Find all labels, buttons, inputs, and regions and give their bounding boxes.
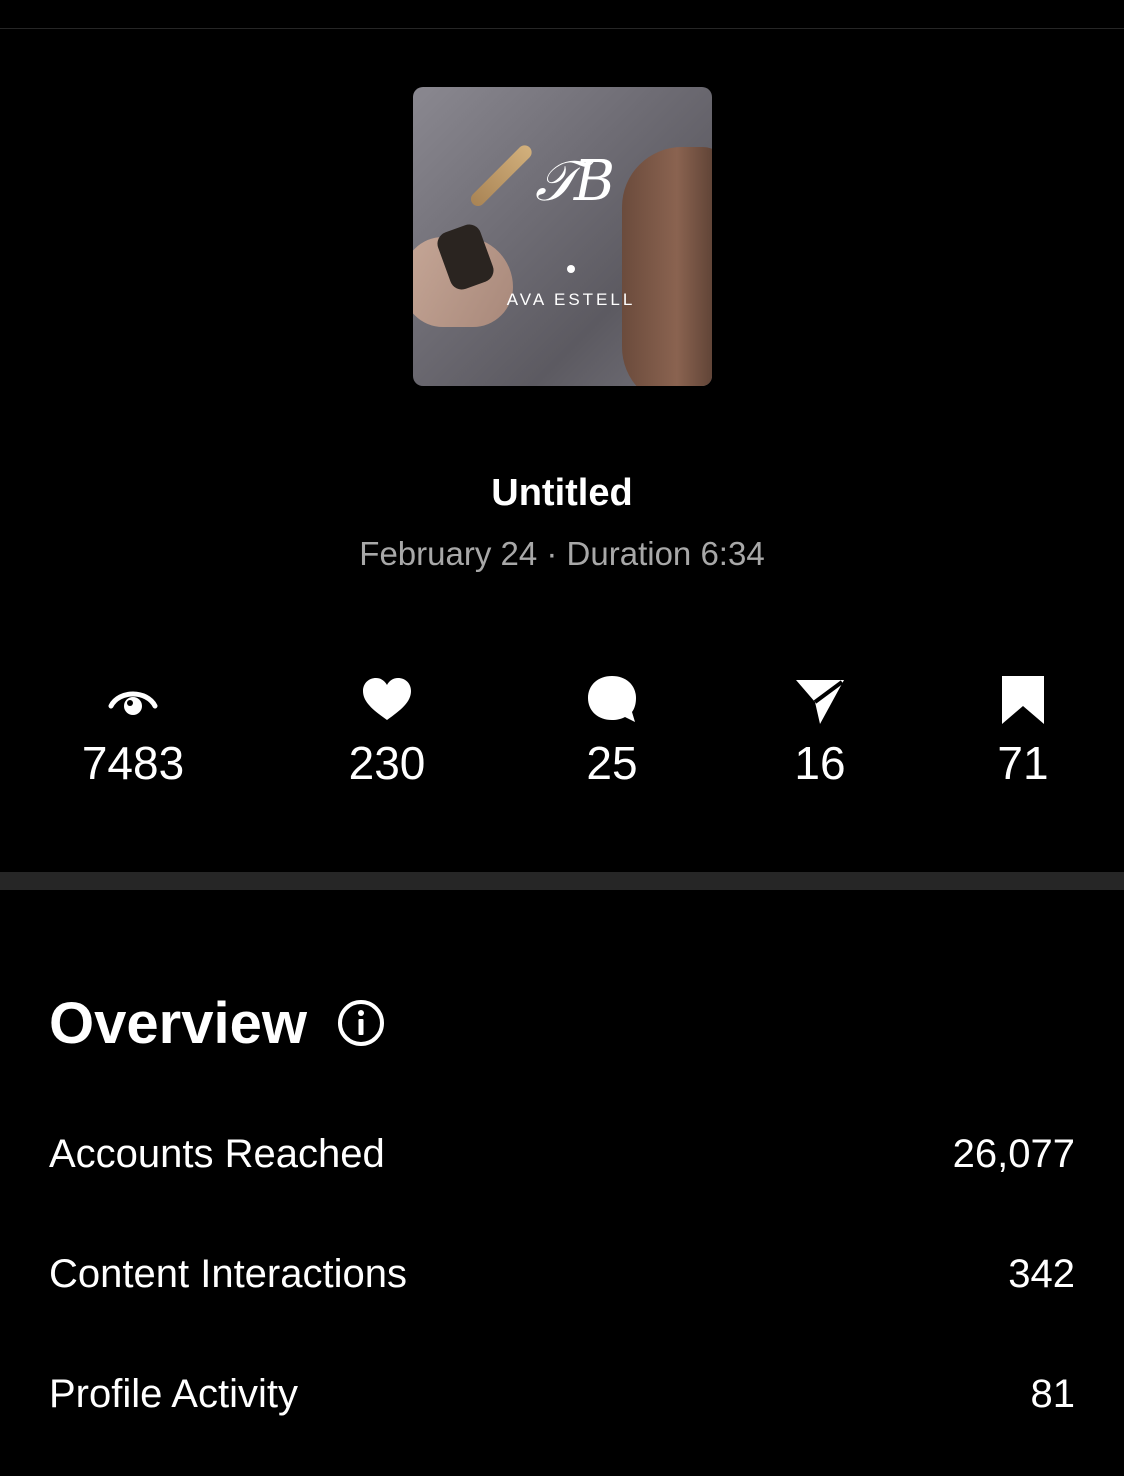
top-divider xyxy=(0,28,1124,29)
overview-row-value: 81 xyxy=(1030,1372,1076,1416)
section-divider xyxy=(0,872,1124,890)
overview-row-profile-activity[interactable]: Profile Activity 81 xyxy=(49,1372,1075,1432)
cover-art[interactable]: 𝒯𝐵 AVA ESTELL xyxy=(413,87,712,386)
overview-row-accounts-reached[interactable]: Accounts Reached 26,077 xyxy=(49,1132,1075,1192)
stat-comments: 25 xyxy=(512,672,712,790)
post-subtitle: February 24 · Duration 6:34 xyxy=(359,535,765,572)
heart-icon xyxy=(363,678,411,720)
post-insights-screen: 𝒯𝐵 AVA ESTELL Untitled February 24 · Dur… xyxy=(0,0,1124,1476)
stat-likes-value: 230 xyxy=(348,737,426,789)
stat-comments-value: 25 xyxy=(586,737,638,789)
overview-heading: Overview xyxy=(49,991,307,1056)
stat-likes: 230 xyxy=(287,672,487,790)
stat-views: 7483 xyxy=(33,672,233,790)
overview-row-label: Content Interactions xyxy=(49,1252,407,1296)
stat-saves-value: 71 xyxy=(997,737,1049,789)
bookmark-icon xyxy=(1002,676,1044,724)
overview-row-value: 26,077 xyxy=(952,1132,1075,1176)
overview-row-content-interactions[interactable]: Content Interactions 342 xyxy=(49,1252,1075,1312)
cover-artist-name: AVA ESTELL xyxy=(506,290,636,309)
overview-row-label: Accounts Reached xyxy=(49,1132,385,1176)
cover-logo-script: 𝒯𝐵 xyxy=(534,149,615,214)
stat-saves: 71 xyxy=(923,672,1123,790)
stat-shares: 16 xyxy=(720,672,920,790)
post-title: Untitled xyxy=(491,472,633,514)
stat-shares-value: 16 xyxy=(794,737,846,789)
comment-icon xyxy=(588,676,636,722)
stat-views-value: 7483 xyxy=(81,737,185,789)
cover-logo-dot xyxy=(567,265,575,273)
share-icon xyxy=(796,680,844,724)
eye-icon xyxy=(108,691,158,715)
overview-row-label: Profile Activity xyxy=(49,1372,298,1416)
info-icon[interactable] xyxy=(336,998,386,1048)
overview-row-value: 342 xyxy=(1008,1252,1075,1296)
cover-face xyxy=(622,147,712,386)
